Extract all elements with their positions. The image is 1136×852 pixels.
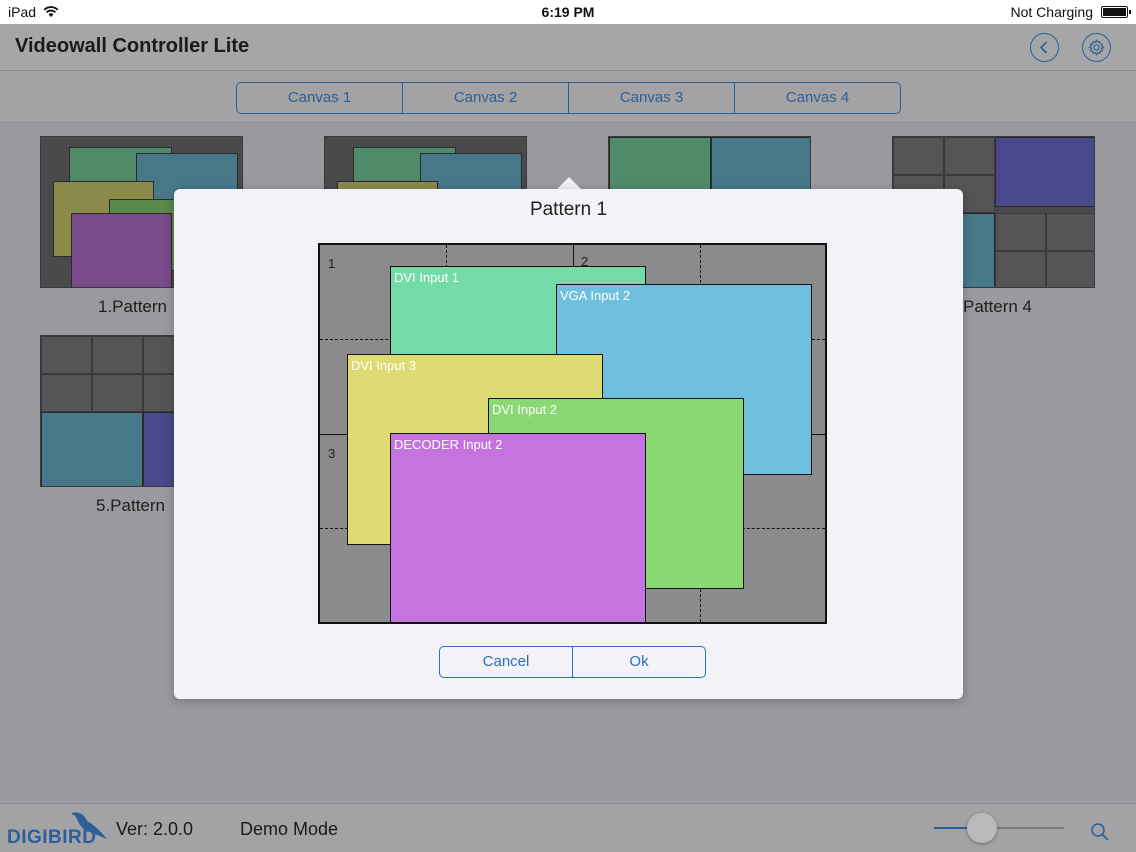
settings-button[interactable] — [1082, 33, 1111, 62]
thumb-cell — [995, 251, 1046, 287]
tab-canvas-1[interactable]: Canvas 1 — [237, 83, 403, 113]
tab-canvas-3[interactable]: Canvas 3 — [569, 83, 735, 113]
search-icon[interactable] — [1090, 822, 1110, 842]
screen-number: 1 — [328, 256, 336, 271]
thumb-cell — [92, 336, 143, 374]
window-label: DVI Input 3 — [351, 358, 417, 373]
thumb-cell — [92, 374, 143, 412]
bottom-bar: DIGIBIRD Ver: 2.0.0 Demo Mode — [0, 803, 1136, 852]
thumb-cell — [893, 137, 944, 175]
pattern-preview-dialog: Pattern 1 1 2 3 DVI Input 1 VGA Input 2 … — [174, 189, 963, 699]
zoom-slider[interactable] — [934, 813, 1064, 843]
thumb-window — [41, 412, 143, 486]
thumb-window — [711, 137, 810, 197]
mode-label: Demo Mode — [240, 819, 339, 839]
status-time: 6:19 PM — [541, 4, 595, 20]
thumb-cell — [41, 374, 92, 412]
thumb-cell — [995, 213, 1046, 251]
screen-number: 3 — [328, 446, 336, 461]
thumb-cell — [1046, 251, 1094, 287]
chevron-left-icon — [1039, 41, 1048, 54]
canvas-tabbar: Canvas 1 Canvas 2 Canvas 3 Canvas 4 — [0, 71, 1136, 123]
version-label: Ver: 2.0.0 — [116, 819, 194, 839]
tab-canvas-2[interactable]: Canvas 2 — [403, 83, 569, 113]
app-header: Videowall Controller Lite — [0, 24, 1136, 71]
popover-arrow — [557, 177, 581, 189]
status-bar: iPad 6:19 PM Not Charging — [0, 0, 1136, 24]
thumb-window — [71, 213, 172, 287]
logo-text: DIGIBIRD — [7, 827, 97, 848]
digibird-logo: DIGIBIRD — [7, 809, 107, 851]
dialog-buttons: Cancel Ok — [439, 646, 706, 678]
videowall-preview: 1 2 3 DVI Input 1 VGA Input 2 DVI Input … — [318, 243, 827, 624]
gear-icon — [1088, 39, 1105, 56]
pattern-label-1: 1.Pattern — [98, 297, 167, 316]
canvas-segmented-control: Canvas 1 Canvas 2 Canvas 3 Canvas 4 — [236, 82, 901, 114]
thumb-cell — [1046, 213, 1094, 251]
pattern-label-5: 5.Pattern — [96, 496, 165, 515]
battery-icon — [1101, 6, 1131, 18]
dialog-title: Pattern 1 — [529, 199, 608, 220]
tab-canvas-4[interactable]: Canvas 4 — [735, 83, 900, 113]
thumb-cell — [944, 137, 995, 175]
back-button[interactable] — [1030, 33, 1059, 62]
thumb-window — [609, 137, 711, 197]
window-label: VGA Input 2 — [560, 288, 631, 303]
charging-status: Not Charging — [1010, 4, 1094, 20]
input-window-decoder-2[interactable]: DECODER Input 2 — [390, 433, 646, 622]
app-title: Videowall Controller Lite — [15, 35, 250, 57]
window-label: DECODER Input 2 — [394, 437, 503, 452]
ok-button[interactable]: Ok — [573, 647, 705, 677]
cancel-button[interactable]: Cancel — [440, 647, 573, 677]
slider-knob[interactable] — [967, 813, 997, 843]
pattern-label-4: Pattern 4 — [963, 297, 1032, 316]
thumb-window — [995, 137, 1094, 207]
thumb-cell — [41, 336, 92, 374]
window-label: DVI Input 1 — [394, 270, 460, 285]
window-label: DVI Input 2 — [492, 402, 558, 417]
